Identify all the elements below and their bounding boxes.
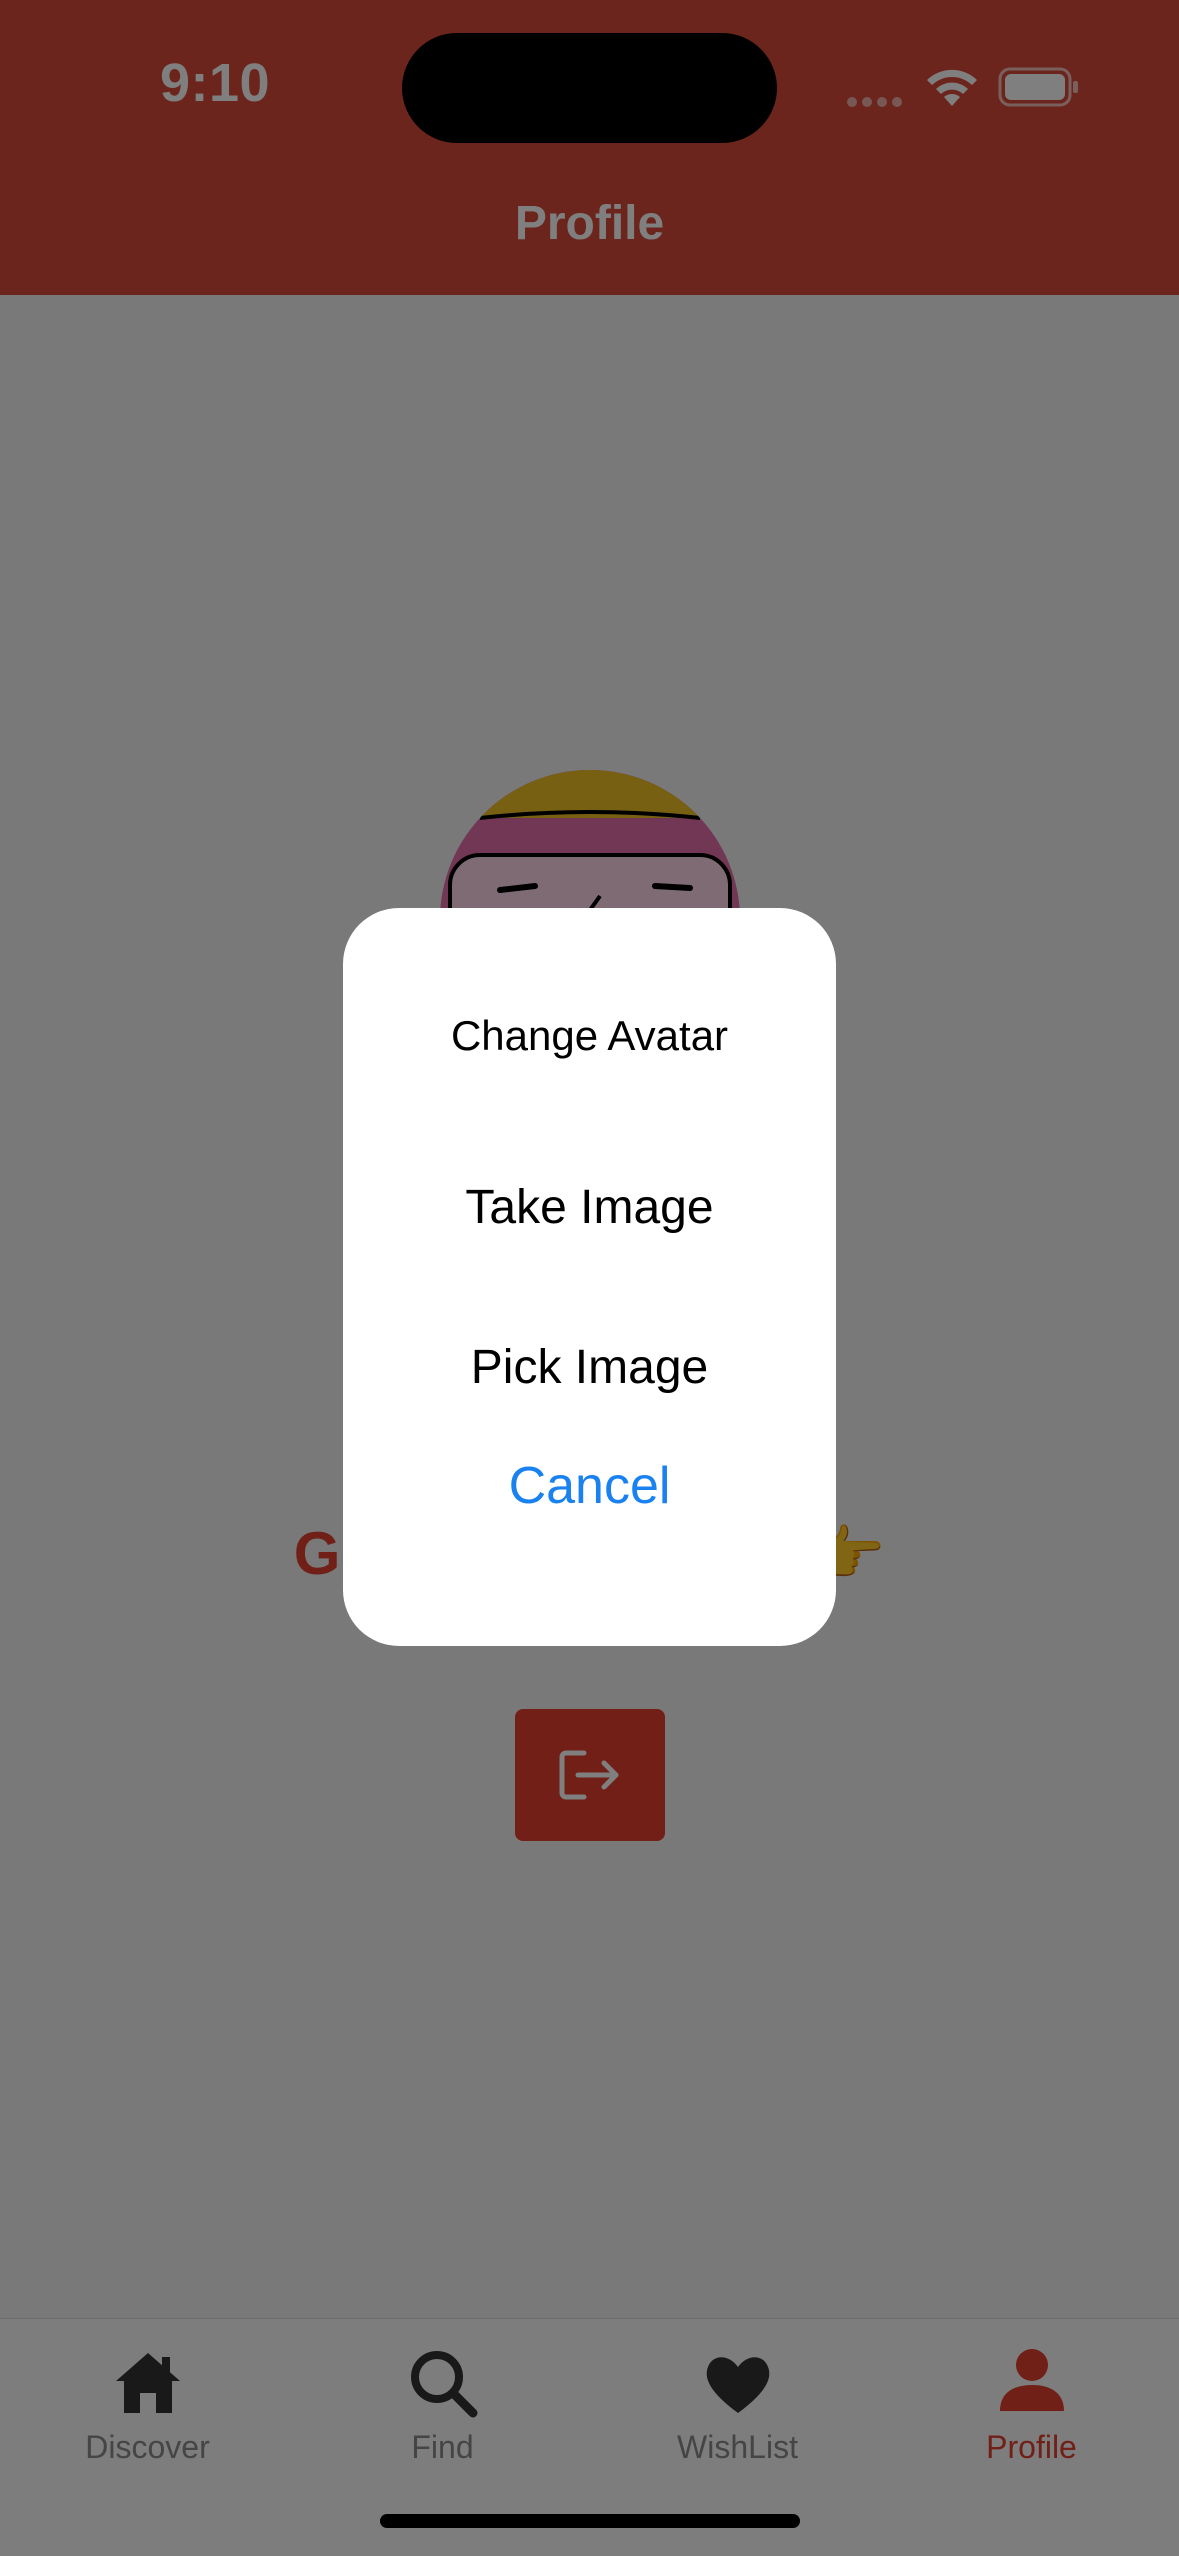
take-image-button[interactable]: Take Image: [383, 1180, 796, 1235]
pick-image-button[interactable]: Pick Image: [383, 1340, 796, 1395]
dialog-title: Change Avatar: [450, 1012, 729, 1059]
cancel-button[interactable]: Cancel: [383, 1456, 796, 1516]
profile-screen: 9:10 Profile: [0, 0, 1179, 2556]
change-avatar-dialog: Change Avatar Take Image Pick Image Canc…: [343, 908, 836, 1646]
